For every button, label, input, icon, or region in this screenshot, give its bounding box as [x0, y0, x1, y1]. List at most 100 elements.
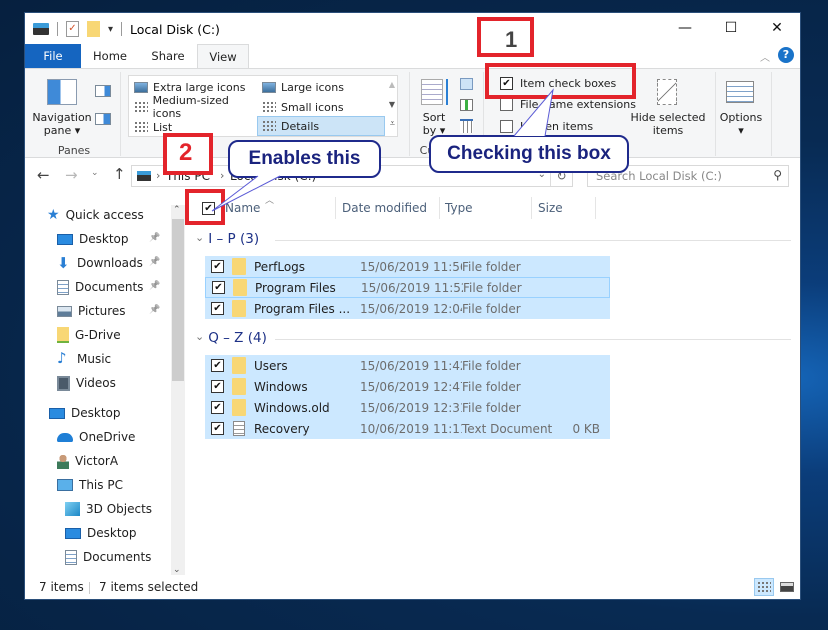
sort-by-icon[interactable] — [421, 79, 443, 105]
large-icons-view-button[interactable] — [777, 578, 797, 596]
gallery-expand-icon[interactable]: ⩡ — [390, 119, 395, 129]
scroll-down-icon[interactable]: ⌄ — [173, 565, 181, 575]
search-icon[interactable]: ⚲ — [773, 168, 782, 182]
nav-item-music[interactable]: ♪ Music — [57, 347, 185, 371]
nav-item-desktop[interactable]: Desktop 📌 — [57, 227, 185, 251]
nav-item-desktop[interactable]: Desktop — [65, 521, 185, 545]
documents-icon — [57, 279, 69, 295]
column-header-name[interactable]: Name — [225, 201, 260, 215]
maximize-button[interactable]: ☐ — [708, 13, 754, 43]
customize-toolbar-icon[interactable]: ▾ — [108, 24, 113, 35]
file-row[interactable]: Users 15/06/2019 11:42File folder — [205, 355, 610, 376]
recent-locations-button[interactable]: ⌄ — [91, 168, 99, 178]
row-checkbox[interactable] — [211, 422, 224, 435]
nav-label: This PC — [79, 478, 123, 492]
file-row[interactable]: Windows.old 15/06/2019 12:31File folder — [205, 397, 610, 418]
navigation-pane-button[interactable]: Navigation pane ▾ — [31, 111, 93, 137]
nav-item-this-pc[interactable]: This PC — [57, 473, 185, 497]
layout-medium-icons[interactable]: Medium-sized icons — [130, 94, 258, 120]
help-icon[interactable]: ? — [778, 47, 794, 63]
column-header-type[interactable]: Type — [445, 201, 473, 215]
nav-item-downloads[interactable]: ⬇ Downloads 📌 — [57, 251, 185, 275]
scrollbar-thumb[interactable] — [172, 219, 184, 381]
gallery-scroll-down-icon[interactable]: ▼ — [389, 100, 395, 109]
sort-by-button[interactable]: Sort by ▾ — [419, 111, 449, 137]
option-label: Small icons — [281, 100, 344, 114]
pin-icon[interactable]: 📌 — [149, 257, 160, 267]
file-row[interactable]: Program Files 15/06/2019 11:52File folder — [205, 277, 610, 298]
group-header[interactable]: ⌄ Q – Z (4) — [195, 330, 267, 347]
new-folder-icon[interactable] — [87, 21, 100, 37]
options-button[interactable]: Options ▾ — [715, 111, 767, 137]
nav-item-victora[interactable]: VictorA — [57, 449, 185, 473]
back-button[interactable]: ← — [37, 166, 50, 184]
nav-item-documents[interactable]: Documents 📌 — [57, 275, 185, 299]
nav-desktop-root[interactable]: Desktop — [49, 401, 121, 425]
file-row[interactable]: PerfLogs 15/06/2019 11:56File folder — [205, 256, 610, 277]
sort-ascending-icon: ︿ — [265, 196, 275, 206]
properties-icon[interactable]: ✓ — [66, 21, 79, 37]
column-header-date-modified[interactable]: Date modified — [342, 201, 427, 215]
up-button[interactable]: ↑ — [113, 165, 126, 183]
forward-button[interactable]: → — [65, 166, 78, 184]
nav-item-g-drive[interactable]: G-Drive — [57, 323, 185, 347]
layout-large-icons[interactable]: Large icons — [258, 77, 386, 97]
tab-share[interactable]: Share — [139, 44, 197, 68]
nav-item-onedrive[interactable]: OneDrive — [57, 425, 185, 449]
size-columns-icon[interactable] — [460, 119, 473, 133]
hidden-items-option[interactable]: Hidden items — [500, 120, 593, 133]
file-row[interactable]: Program Files ... 15/06/2019 12:04File fo… — [205, 298, 610, 319]
file-name: Windows — [254, 379, 308, 394]
group-by-icon[interactable] — [460, 78, 473, 90]
file-row[interactable]: Recovery 10/06/2019 11:11Text Document 0 K… — [205, 418, 610, 439]
nav-item-documents[interactable]: Documents — [65, 545, 185, 569]
navigation-scrollbar[interactable]: ⌃ ⌄ — [171, 205, 185, 575]
hide-selected-items-icon[interactable] — [657, 79, 677, 105]
row-checkbox[interactable] — [212, 281, 225, 294]
file-name-extensions-checkbox[interactable] — [500, 98, 513, 111]
column-separator[interactable] — [595, 197, 596, 219]
column-separator[interactable] — [335, 197, 336, 219]
column-separator[interactable] — [439, 197, 440, 219]
layout-details[interactable]: Details — [257, 116, 385, 136]
layout-small-icons[interactable]: Small icons — [258, 97, 386, 117]
collapse-group-icon[interactable]: ⌄ — [195, 231, 204, 244]
nav-quick-access[interactable]: ★ Quick access — [47, 203, 144, 227]
hide-selected-items-button[interactable]: Hide selected items — [627, 111, 709, 137]
row-checkbox[interactable] — [211, 380, 224, 393]
details-pane-icon[interactable] — [95, 113, 111, 125]
row-checkbox[interactable] — [211, 401, 224, 414]
add-columns-icon[interactable] — [460, 99, 473, 111]
nav-item-3d-objects[interactable]: 3D Objects — [65, 497, 185, 521]
folder-icon — [232, 399, 246, 416]
hidden-items-checkbox[interactable] — [500, 120, 513, 133]
tab-home[interactable]: Home — [81, 44, 139, 68]
close-button[interactable]: ✕ — [754, 13, 800, 43]
preview-pane-icon[interactable] — [95, 85, 111, 97]
nav-item-pictures[interactable]: Pictures 📌 — [57, 299, 185, 323]
minimize-button[interactable]: — — [662, 13, 708, 43]
collapse-ribbon-icon[interactable]: ︿ — [760, 49, 770, 64]
tab-file[interactable]: File — [25, 44, 81, 68]
options-icon[interactable] — [726, 81, 754, 103]
navigation-pane-icon[interactable] — [47, 79, 77, 105]
pin-icon[interactable]: 📌 — [149, 305, 160, 315]
column-separator[interactable] — [531, 197, 532, 219]
row-checkbox[interactable] — [211, 260, 224, 273]
collapse-group-icon[interactable]: ⌄ — [195, 330, 204, 343]
scroll-up-icon[interactable]: ⌃ — [173, 205, 181, 215]
nav-label: Music — [77, 352, 112, 366]
details-view-button[interactable] — [754, 578, 774, 596]
nav-item-videos[interactable]: Videos — [57, 371, 185, 395]
pin-icon[interactable]: 📌 — [149, 281, 160, 291]
column-header-size[interactable]: Size — [538, 201, 563, 215]
file-row[interactable]: Windows 15/06/2019 12:47File folder — [205, 376, 610, 397]
row-checkbox[interactable] — [211, 359, 224, 372]
gallery-scroll-up-icon[interactable]: ▲ — [389, 80, 395, 89]
row-checkbox[interactable] — [211, 302, 224, 315]
pin-icon[interactable]: 📌 — [149, 233, 160, 243]
group-header[interactable]: ⌄ I – P (3) — [195, 231, 259, 248]
tab-view[interactable]: View — [197, 44, 249, 68]
layout-gallery: Extra large icons Large icons Medium-siz… — [128, 75, 398, 137]
file-name-extensions-option[interactable]: File name extensions — [500, 98, 636, 111]
